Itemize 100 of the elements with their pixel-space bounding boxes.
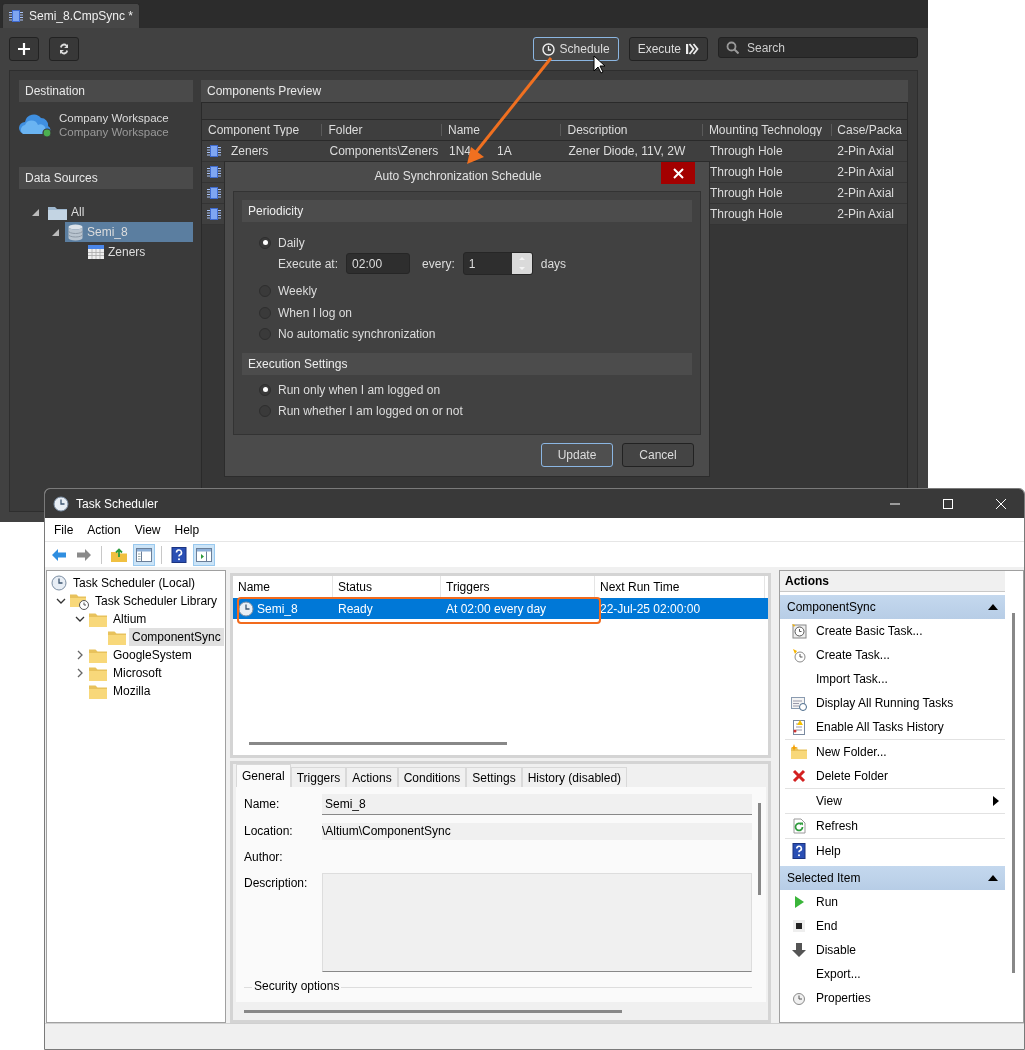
close-icon	[996, 498, 1006, 509]
column-header[interactable]: Description	[560, 124, 702, 136]
search-icon	[726, 41, 739, 54]
search-field[interactable]: Search	[718, 37, 918, 58]
tab[interactable]: Triggers	[290, 767, 347, 787]
plus-icon	[18, 43, 30, 55]
collapse-triangle-icon[interactable]	[988, 604, 998, 610]
schedule-button[interactable]: Schedule	[532, 37, 619, 61]
name-field[interactable]: Semi_8	[322, 794, 752, 815]
chevron-down-icon[interactable]	[75, 615, 85, 623]
tree-item[interactable]: Task Scheduler (Local)	[70, 574, 199, 592]
radio-option[interactable]: Weekly	[259, 280, 692, 302]
new-folder-icon	[791, 744, 807, 760]
clock-icon	[53, 495, 69, 512]
menu-item[interactable]: File	[47, 519, 81, 540]
description-field[interactable]	[322, 873, 752, 972]
tab[interactable]: General	[236, 764, 291, 787]
expand-triangle-icon[interactable]	[51, 228, 59, 236]
command-link[interactable]: Import Task...	[816, 672, 888, 686]
submenu-arrow-icon	[993, 796, 999, 806]
expand-triangle-icon[interactable]	[31, 208, 39, 216]
column-header[interactable]: Case/Packa	[831, 124, 907, 136]
column-header[interactable]: Name	[441, 124, 561, 136]
folder-icon	[89, 683, 107, 699]
radio-button[interactable]	[259, 236, 271, 249]
table-cell: Through Hole	[709, 144, 783, 158]
table-cell: 2-Pin Axial	[837, 186, 895, 200]
command-link[interactable]: Delete Folder	[816, 769, 889, 783]
tree-item[interactable]: Task Scheduler Library	[92, 592, 221, 610]
interval-input[interactable]: 1	[463, 256, 512, 271]
menu-item[interactable]: Action	[80, 519, 128, 540]
panel-header: Data Sources	[19, 167, 193, 189]
scrollbar[interactable]	[1012, 613, 1015, 973]
group-label: Security options	[252, 979, 342, 993]
command-link[interactable]: Disable	[816, 943, 857, 957]
scrollbar[interactable]	[244, 1009, 622, 1013]
command-link[interactable]: Properties	[816, 991, 871, 1005]
radio-option[interactable]: Daily	[259, 232, 692, 254]
radio-option[interactable]: No automatic synchronization	[259, 323, 692, 345]
document-tab[interactable]: Semi_8.CmpSync *	[2, 3, 141, 28]
command-link[interactable]: Display All Running Tasks	[816, 696, 954, 710]
command-link[interactable]: Refresh	[816, 819, 859, 833]
command-link[interactable]: Enable All Tasks History	[816, 720, 944, 734]
command-link[interactable]: Create Basic Task...	[816, 624, 923, 638]
group-header[interactable]: ComponentSync	[780, 595, 1005, 619]
tab[interactable]: Settings	[466, 767, 522, 787]
interval-spinner[interactable]: 1	[462, 252, 533, 275]
folder-up-icon	[111, 546, 127, 563]
command-link[interactable]: Run	[816, 895, 838, 909]
command-link[interactable]: New Folder...	[816, 745, 887, 759]
column-header[interactable]: Component Type	[202, 124, 322, 136]
close-icon	[672, 167, 684, 179]
chevron-right-icon[interactable]	[76, 650, 84, 660]
folder-icon	[48, 204, 67, 220]
column-header[interactable]: Triggers	[441, 576, 595, 598]
tree-item[interactable]: Altium	[110, 610, 150, 628]
scrollbar[interactable]	[249, 742, 507, 745]
command-link[interactable]: Export...	[816, 967, 861, 981]
search-input[interactable]: Search	[747, 40, 897, 55]
command-link[interactable]: Create Task...	[816, 648, 890, 662]
scrollbar[interactable]	[758, 803, 761, 895]
component-icon	[207, 144, 221, 158]
group-header[interactable]: Selected Item	[780, 866, 1005, 890]
dialog-button[interactable]: Update	[541, 443, 613, 467]
command-link[interactable]: End	[816, 919, 838, 933]
radio-button[interactable]	[259, 383, 271, 396]
command-link[interactable]: View	[816, 794, 842, 808]
column-header[interactable]: Status	[333, 576, 441, 598]
tree-item[interactable]: All	[45, 202, 193, 222]
radio-option[interactable]: Run only when I am logged on	[259, 379, 692, 401]
tab[interactable]: Conditions	[397, 767, 467, 787]
radio-option[interactable]: When I log on	[259, 302, 692, 324]
column-header[interactable]: Folder	[321, 124, 441, 136]
tree-item[interactable]: GoogleSystem	[110, 646, 195, 664]
clock-icon	[238, 600, 254, 617]
add-button[interactable]	[9, 37, 39, 61]
tab[interactable]: Actions	[346, 767, 398, 787]
task-row[interactable]: Semi_8 Ready At 02:00 every day 22-Jul-25 02:00:00	[233, 598, 768, 619]
tab[interactable]: History (disabled)	[521, 767, 628, 787]
dialog-button[interactable]: Cancel	[622, 443, 694, 467]
execute-button[interactable]: Execute	[628, 37, 708, 61]
close-button[interactable]	[661, 162, 695, 184]
command-link[interactable]: Help	[816, 844, 841, 858]
tree-item[interactable]: Microsoft	[110, 664, 165, 682]
forward-arrow-icon	[76, 546, 92, 563]
column-header[interactable]: Mounting Technology	[701, 124, 832, 136]
field-label: Name:	[244, 796, 281, 813]
collapse-triangle-icon[interactable]	[988, 875, 998, 881]
chevron-right-icon[interactable]	[76, 668, 84, 678]
tree-item[interactable]: Mozilla	[110, 682, 154, 700]
table-cell: 2-Pin Axial	[837, 144, 895, 158]
radio-option[interactable]: Run whether I am logged on or not	[259, 400, 692, 422]
time-field[interactable]: 02:00	[346, 253, 411, 274]
menu-item[interactable]: View	[127, 519, 168, 540]
tree-item[interactable]: Zeners	[85, 242, 193, 262]
spinner-arrows[interactable]	[511, 253, 532, 274]
tree-item[interactable]: ComponentSync	[129, 628, 224, 646]
chevron-down-icon[interactable]	[56, 597, 66, 605]
menu-item[interactable]: Help	[167, 519, 207, 540]
sync-button[interactable]	[49, 37, 79, 61]
